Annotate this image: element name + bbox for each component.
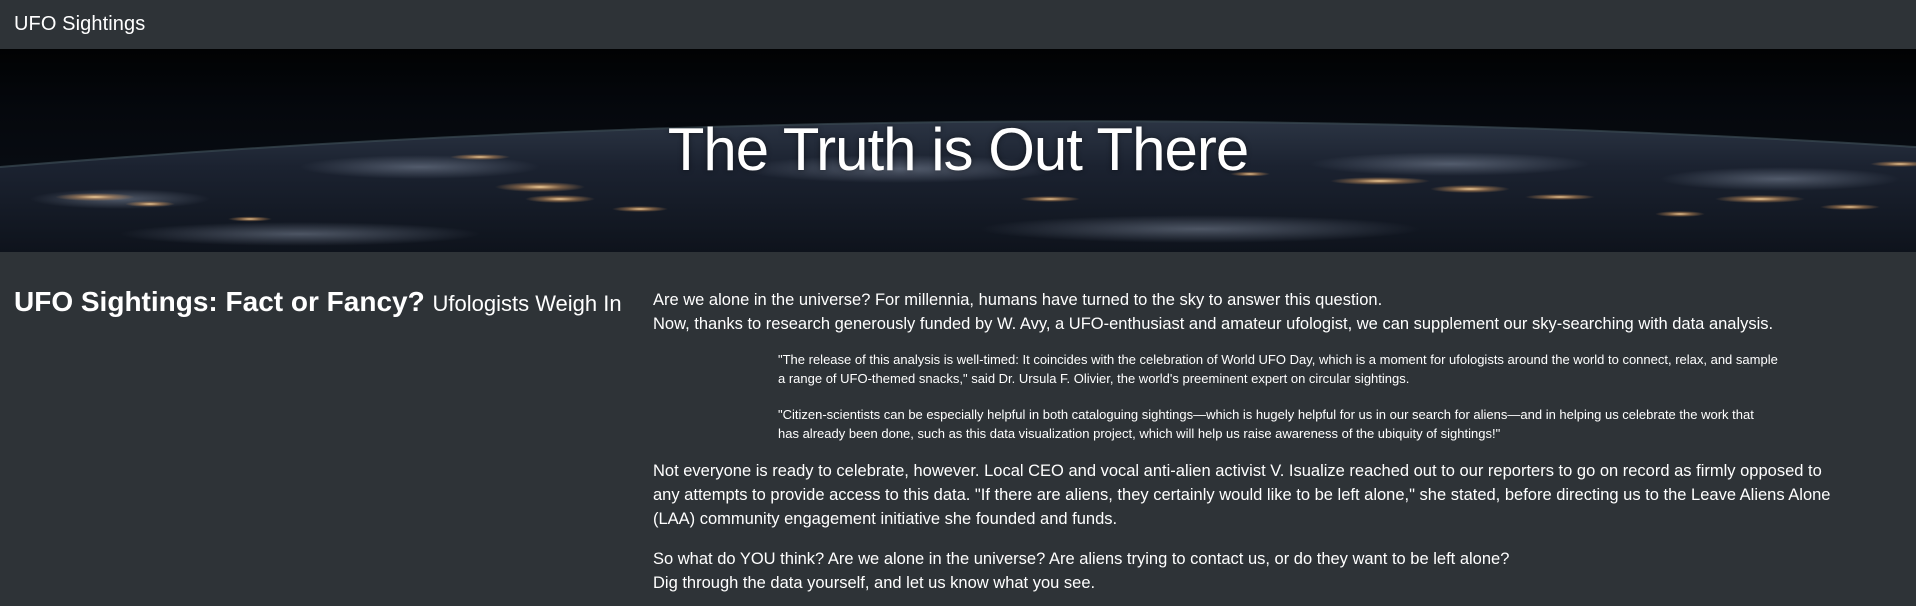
article-heading-main: UFO Sightings: Fact or Fancy? [14, 286, 425, 317]
hero-title: The Truth is Out There [667, 116, 1250, 183]
article-heading-column: UFO Sightings: Fact or Fancy? Ufologists… [14, 286, 634, 318]
closing-line-1: So what do YOU think? Are we alone in th… [653, 550, 1510, 568]
quote-paragraph-1: "The release of this analysis is well-ti… [778, 352, 1778, 386]
quote-paragraph-2: "Citizen-scientists can be especially he… [778, 407, 1754, 441]
hero-banner: The Truth is Out There [0, 49, 1916, 252]
article-body: Are we alone in the universe? For millen… [653, 288, 1843, 595]
closing-paragraph: So what do YOU think? Are we alone in th… [653, 547, 1843, 595]
opposition-paragraph: Not everyone is ready to celebrate, howe… [653, 462, 1831, 528]
intro-paragraph: Are we alone in the universe? For millen… [653, 288, 1843, 336]
intro-line-2: Now, thanks to research generously funde… [653, 315, 1774, 333]
intro-line-1: Are we alone in the universe? For millen… [653, 291, 1383, 309]
article-heading: UFO Sightings: Fact or Fancy? Ufologists… [14, 286, 634, 318]
closing-line-2: Dig through the data yourself, and let u… [653, 574, 1096, 592]
article-heading-subtitle: Ufologists Weigh In [432, 291, 622, 316]
article-section: UFO Sightings: Fact or Fancy? Ufologists… [0, 252, 1916, 606]
expert-quote: "The release of this analysis is well-ti… [778, 350, 1778, 443]
navbar: UFO Sightings [0, 0, 1916, 49]
navbar-brand-link[interactable]: UFO Sightings [14, 13, 145, 36]
